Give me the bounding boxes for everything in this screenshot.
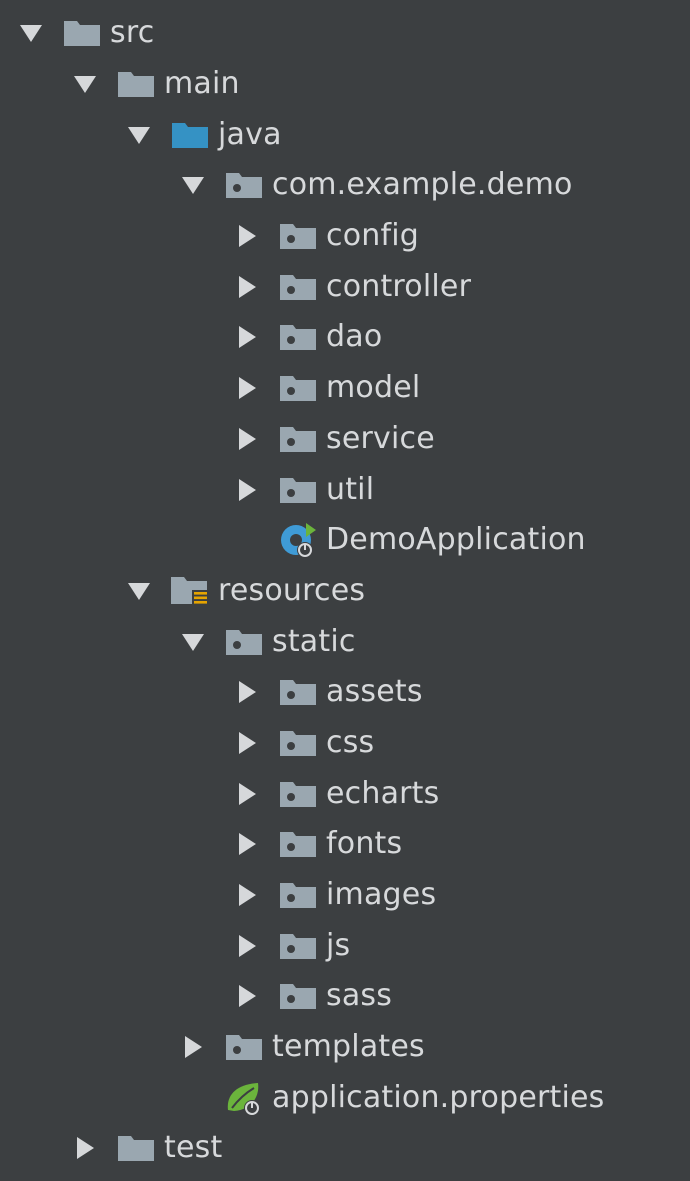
package-icon [278,268,318,306]
tree-node-label: static [272,623,356,659]
tree-node-service[interactable]: service [0,414,690,465]
collapse-arrow-right-icon[interactable] [228,369,266,407]
tree-node-assets[interactable]: assets [0,667,690,718]
package-icon [278,369,318,407]
collapse-arrow-right-icon[interactable] [174,1028,212,1066]
tree-node-src[interactable]: src [0,8,690,59]
tree-node-label: application.properties [272,1079,605,1115]
tree-node-label: css [326,724,375,760]
toggle-spacer [174,1079,212,1117]
collapse-arrow-right-icon[interactable] [228,217,266,255]
collapse-arrow-right-icon[interactable] [228,876,266,914]
tree-node-label: main [164,66,240,102]
package-icon [278,318,318,356]
tree-node-label: assets [326,674,423,710]
tree-node-label: service [326,420,435,456]
expand-arrow-down-icon[interactable] [174,166,212,204]
tree-node-label: resources [218,572,366,608]
package-icon [278,927,318,965]
tree-node-java[interactable]: java [0,109,690,160]
tree-node-echarts[interactable]: echarts [0,768,690,819]
tree-node-images[interactable]: images [0,870,690,921]
tree-node-application-properties[interactable]: application.properties [0,1072,690,1123]
tree-node-label: java [218,116,282,152]
tree-node-label: DemoApplication [326,522,586,558]
tree-node-css[interactable]: css [0,718,690,769]
tree-node-label: test [164,1130,223,1166]
package-icon [278,420,318,458]
tree-node-label: templates [272,1029,425,1065]
expand-arrow-down-icon[interactable] [66,65,104,103]
tree-node-resources[interactable]: resources [0,566,690,617]
tree-node-label: src [110,15,155,51]
tree-node-label: model [326,370,421,406]
package-icon [224,623,264,661]
tree-node-templates[interactable]: templates [0,1022,690,1073]
tree-node-label: config [326,218,420,254]
expand-arrow-down-icon[interactable] [174,623,212,661]
package-icon [278,724,318,762]
folder-icon [116,65,156,103]
tree-node-label: com.example.demo [272,167,573,203]
tree-node-label: echarts [326,775,440,811]
collapse-arrow-right-icon[interactable] [228,673,266,711]
tree-node-label: js [326,927,351,963]
tree-node-util[interactable]: util [0,464,690,515]
tree-node-sass[interactable]: sass [0,971,690,1022]
expand-arrow-down-icon[interactable] [12,14,50,52]
expand-arrow-down-icon[interactable] [120,572,158,610]
tree-node-label: util [326,471,375,507]
collapse-arrow-right-icon[interactable] [66,1129,104,1167]
package-icon [224,1028,264,1066]
tree-node-label: sass [326,978,393,1014]
tree-node-js[interactable]: js [0,920,690,971]
tree-node-test[interactable]: test [0,1123,690,1174]
collapse-arrow-right-icon[interactable] [228,825,266,863]
resource-folder-icon [170,572,210,610]
tree-node-model[interactable]: model [0,363,690,414]
collapse-arrow-right-icon[interactable] [228,318,266,356]
collapse-arrow-right-icon[interactable] [228,977,266,1015]
spring-properties-icon [224,1079,264,1117]
package-icon [278,673,318,711]
package-icon [278,825,318,863]
tree-node-dao[interactable]: dao [0,312,690,363]
collapse-arrow-right-icon[interactable] [228,471,266,509]
package-icon [278,876,318,914]
folder-icon [62,14,102,52]
collapse-arrow-right-icon[interactable] [228,724,266,762]
collapse-arrow-right-icon[interactable] [228,927,266,965]
folder-icon [116,1129,156,1167]
tree-node-com-example-demo[interactable]: com.example.demo [0,160,690,211]
package-icon [278,775,318,813]
source-folder-icon [170,116,210,154]
collapse-arrow-right-icon[interactable] [228,268,266,306]
tree-node-demoapplication[interactable]: DemoApplication [0,515,690,566]
package-icon [224,166,264,204]
spring-boot-class-icon [278,521,318,559]
tree-node-main[interactable]: main [0,59,690,110]
tree-node-controller[interactable]: controller [0,261,690,312]
tree-node-label: fonts [326,826,403,862]
tree-node-label: images [326,877,437,913]
package-icon [278,217,318,255]
tree-node-fonts[interactable]: fonts [0,819,690,870]
expand-arrow-down-icon[interactable] [120,116,158,154]
tree-node-static[interactable]: static [0,616,690,667]
package-icon [278,977,318,1015]
project-tree: src main java com.example.demo config control… [0,0,690,1181]
tree-node-label: dao [326,319,383,355]
package-icon [278,471,318,509]
tree-node-config[interactable]: config [0,211,690,262]
collapse-arrow-right-icon[interactable] [228,775,266,813]
toggle-spacer [228,521,266,559]
tree-node-label: controller [326,268,472,304]
collapse-arrow-right-icon[interactable] [228,420,266,458]
